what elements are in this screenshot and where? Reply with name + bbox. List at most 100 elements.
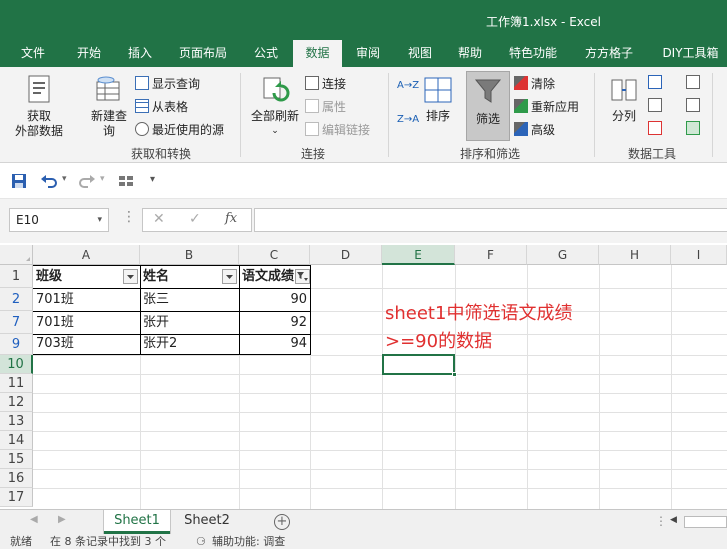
column-header-a[interactable]: A: [33, 245, 140, 265]
tab-diy-toolbox[interactable]: DIY工具箱: [654, 40, 727, 67]
tab-page-layout[interactable]: 页面布局: [170, 40, 236, 67]
cell-c1[interactable]: 语文成绩: [239, 265, 295, 288]
cell-c9[interactable]: 94: [239, 333, 310, 354]
row-header-13[interactable]: 13: [0, 412, 33, 431]
scroll-left-icon[interactable]: ◀: [670, 515, 677, 525]
tab-data[interactable]: 数据: [293, 40, 342, 67]
row-header-16[interactable]: 16: [0, 469, 33, 488]
relationships-icon[interactable]: [686, 98, 700, 112]
gridline: [33, 488, 727, 489]
name-box[interactable]: E10 ▾: [9, 208, 109, 232]
tab-formulas[interactable]: 公式: [242, 40, 290, 67]
cell-a7[interactable]: 701班: [33, 311, 140, 334]
refresh-icon: [263, 77, 290, 102]
tab-view[interactable]: 视图: [396, 40, 444, 67]
row-header-7[interactable]: 7: [0, 311, 33, 334]
row-header-14[interactable]: 14: [0, 431, 33, 450]
sort-desc-button[interactable]: Z→A: [397, 111, 419, 129]
sort-asc-button[interactable]: A→Z: [397, 77, 419, 95]
row-header-11[interactable]: 11: [0, 374, 33, 393]
horizontal-scrollbar[interactable]: [684, 516, 727, 528]
tab-insert[interactable]: 插入: [116, 40, 164, 67]
tab-file[interactable]: 文件: [10, 40, 56, 67]
cell-b2[interactable]: 张三: [140, 288, 239, 311]
redo-dropdown-icon[interactable]: ▾: [100, 174, 105, 184]
reapply-button[interactable]: 重新应用: [514, 98, 579, 116]
recent-sources-button[interactable]: 最近使用的源: [135, 121, 224, 139]
cell-c7[interactable]: 92: [239, 311, 310, 334]
connections-button[interactable]: 连接: [305, 75, 346, 93]
advanced-filter-button[interactable]: 高级: [514, 121, 555, 139]
row-header-17[interactable]: 17: [0, 488, 33, 507]
show-query-button[interactable]: 显示查询: [135, 75, 200, 93]
add-sheet-icon[interactable]: +: [274, 514, 290, 530]
active-cell-e10[interactable]: [382, 354, 455, 375]
tab-review[interactable]: 审阅: [346, 40, 390, 67]
row-header-10[interactable]: 10: [0, 355, 33, 374]
clear-filter-button[interactable]: 清除: [514, 75, 555, 93]
column-header-h[interactable]: H: [599, 245, 671, 265]
select-all-corner[interactable]: [0, 245, 33, 265]
customize-qat-icon[interactable]: ▾: [150, 174, 155, 185]
cell-b1[interactable]: 姓名: [140, 265, 222, 288]
cell-b7[interactable]: 张开: [140, 311, 239, 334]
data-model-icon[interactable]: [686, 121, 700, 135]
from-table-button[interactable]: 从表格: [135, 98, 188, 116]
edit-links-button[interactable]: 编辑链接: [305, 121, 370, 139]
filter-dropdown-b[interactable]: [222, 269, 237, 284]
tab-special-features[interactable]: 特色功能: [500, 40, 566, 67]
flash-fill-icon[interactable]: [648, 75, 662, 89]
new-query-button[interactable]: 新建查 询: [86, 75, 132, 139]
refresh-all-button[interactable]: 全部刷新 ⌄: [246, 75, 304, 139]
status-accessibility[interactable]: 辅助功能: 调查: [212, 534, 285, 549]
data-validation-icon[interactable]: [648, 121, 662, 135]
filter-dropdown-a[interactable]: [123, 269, 138, 284]
text-to-columns-button[interactable]: 分列: [604, 75, 644, 124]
cell-b9[interactable]: 张开2: [140, 333, 239, 354]
cell-c2[interactable]: 90: [239, 288, 310, 311]
column-header-i[interactable]: I: [671, 245, 727, 265]
row-header-9[interactable]: 9: [0, 334, 33, 355]
row-header-2[interactable]: 2: [0, 288, 33, 311]
cell-a2[interactable]: 701班: [33, 288, 140, 311]
column-header-d[interactable]: D: [310, 245, 382, 265]
remove-duplicates-icon[interactable]: [648, 98, 662, 112]
save-icon[interactable]: [11, 173, 27, 189]
tab-home[interactable]: 开始: [64, 40, 114, 67]
row-header-15[interactable]: 15: [0, 450, 33, 469]
column-header-g[interactable]: G: [527, 245, 599, 265]
get-external-data-button[interactable]: 获取 外部数据: [4, 73, 74, 139]
sheet-tab-sheet1[interactable]: Sheet1: [104, 510, 170, 534]
tab-help[interactable]: 帮助: [448, 40, 492, 67]
cancel-icon[interactable]: ✕: [153, 211, 165, 227]
column-header-e[interactable]: E: [382, 245, 455, 265]
formula-bar-handle-icon[interactable]: ⋮: [122, 209, 136, 225]
insert-function-icon[interactable]: fx: [225, 211, 237, 226]
sheet-tab-sheet2[interactable]: Sheet2: [176, 510, 238, 534]
form-icon[interactable]: [118, 174, 134, 188]
name-box-dropdown-icon[interactable]: ▾: [97, 209, 102, 231]
tab-split-handle-icon[interactable]: ⋮: [655, 514, 667, 528]
row-header-1[interactable]: 1: [0, 265, 33, 288]
row-header-12[interactable]: 12: [0, 393, 33, 412]
enter-icon[interactable]: ✓: [189, 211, 201, 227]
cell-a9[interactable]: 703班: [33, 333, 140, 354]
worksheet-grid[interactable]: A B C D E F G H I 1 2 7 9 10 11 12 13 14…: [0, 245, 727, 509]
scroll-sheets-right-icon[interactable]: ▶: [58, 514, 66, 525]
filter-button[interactable]: 筛选: [466, 71, 510, 141]
fill-handle[interactable]: [452, 372, 457, 377]
cell-a1[interactable]: 班级: [33, 265, 123, 288]
formula-input[interactable]: [254, 208, 727, 232]
properties-button[interactable]: 属性: [305, 98, 346, 116]
column-header-c[interactable]: C: [239, 245, 310, 265]
undo-icon[interactable]: [40, 173, 58, 189]
filter-dropdown-c[interactable]: [295, 269, 310, 284]
consolidate-icon[interactable]: [686, 75, 700, 89]
tab-fangfang-gezi[interactable]: 方方格子: [576, 40, 642, 67]
sort-button[interactable]: 排序: [420, 75, 456, 124]
column-header-f[interactable]: F: [455, 245, 527, 265]
redo-icon[interactable]: [78, 173, 96, 189]
column-header-b[interactable]: B: [140, 245, 239, 265]
scroll-sheets-left-icon[interactable]: ◀: [30, 514, 38, 525]
undo-dropdown-icon[interactable]: ▾: [62, 174, 67, 184]
